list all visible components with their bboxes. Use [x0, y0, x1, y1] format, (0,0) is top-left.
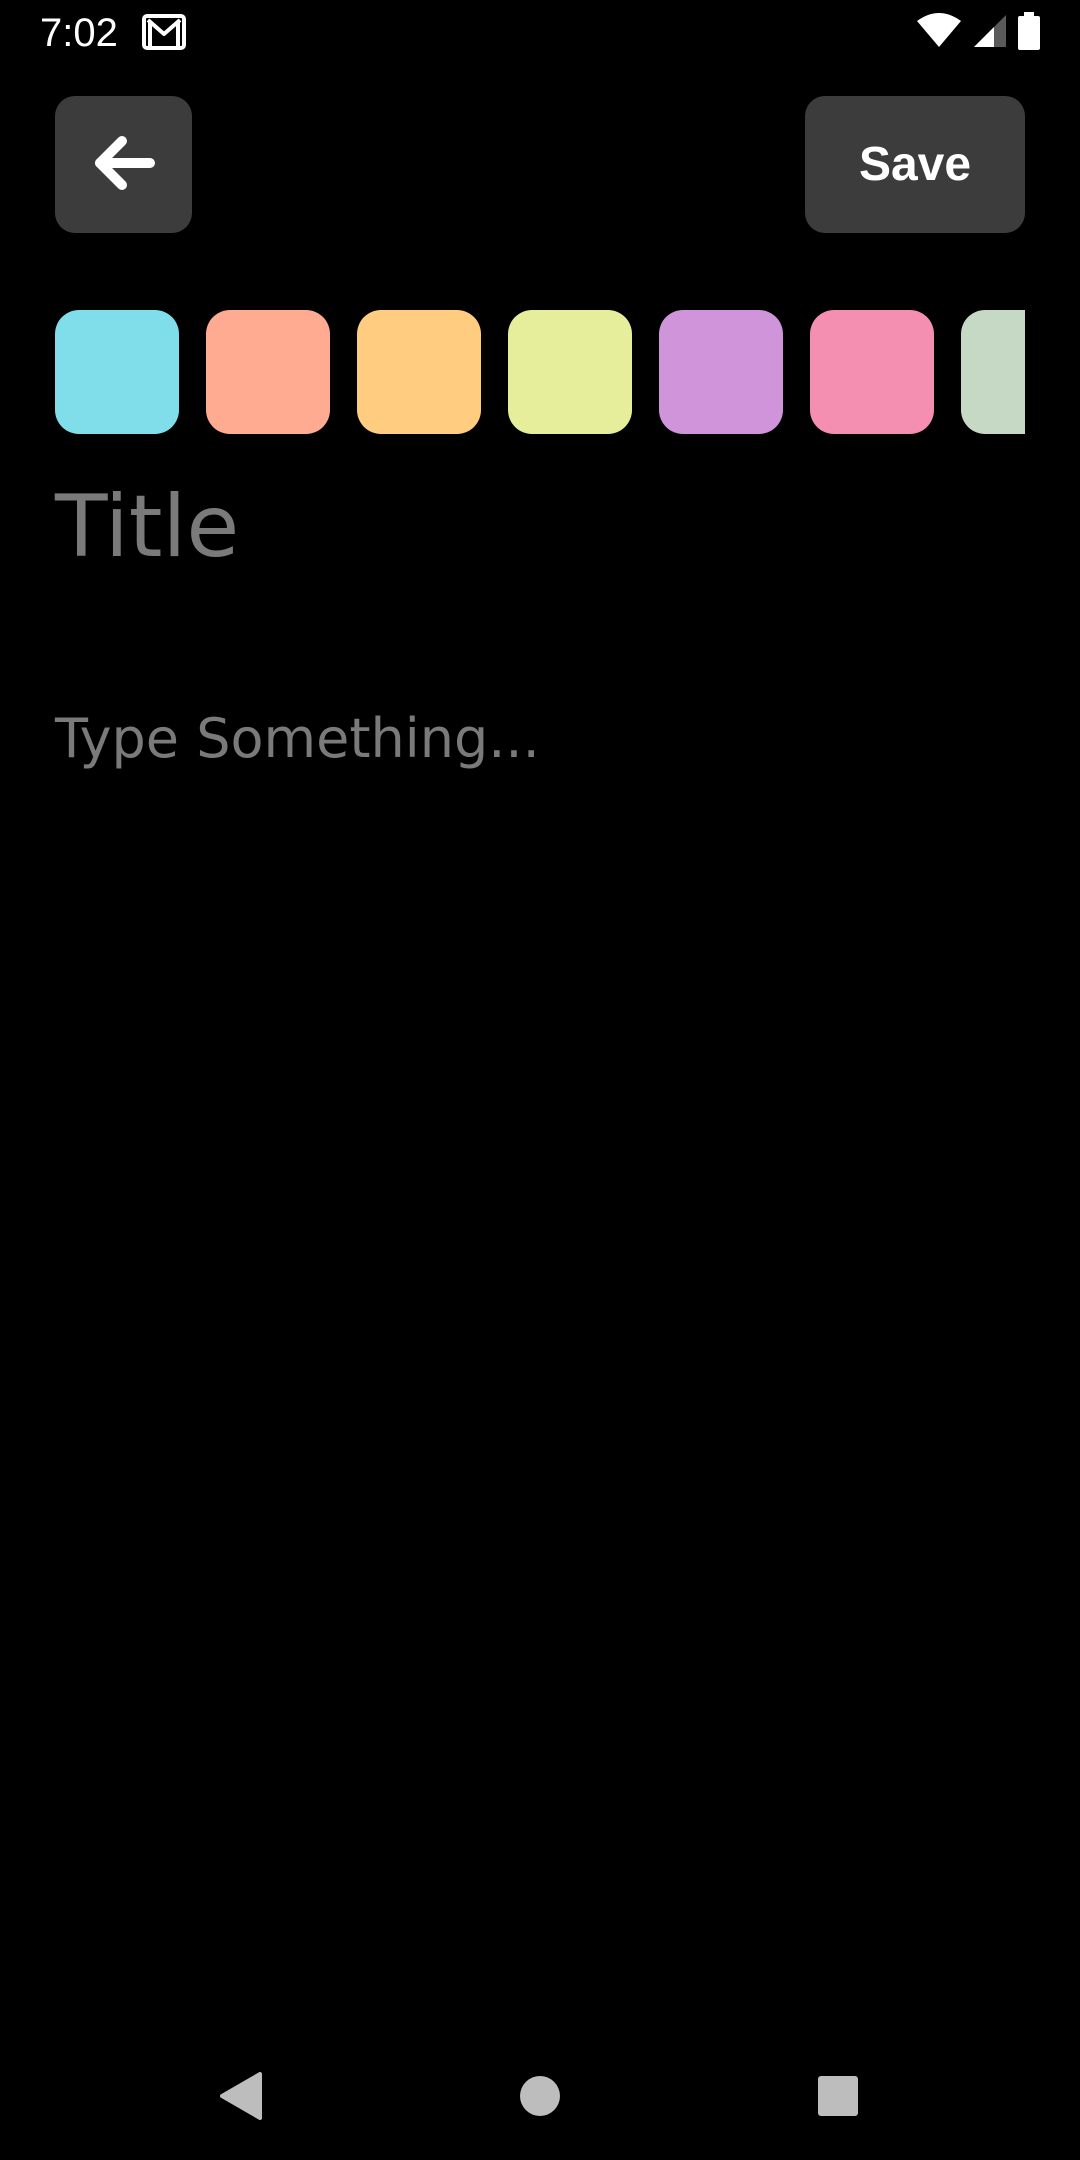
save-button[interactable]: Save — [805, 96, 1025, 233]
cellular-signal-icon — [972, 13, 1008, 53]
battery-icon — [1018, 12, 1040, 54]
status-bar: 7:02 — [0, 0, 1080, 66]
color-swatch[interactable] — [508, 310, 632, 434]
color-swatch[interactable] — [961, 310, 1025, 434]
gmail-icon — [142, 14, 186, 50]
back-button[interactable] — [55, 96, 192, 233]
nav-recents-button[interactable] — [798, 2058, 878, 2138]
status-icons — [916, 12, 1040, 54]
nav-back-icon — [218, 2072, 262, 2124]
color-swatch[interactable] — [357, 310, 481, 434]
nav-home-button[interactable] — [500, 2058, 580, 2138]
wifi-icon — [916, 13, 962, 53]
status-time: 7:02 — [40, 11, 118, 55]
note-body-input[interactable]: Type Something... — [55, 704, 1025, 774]
nav-recents-icon — [816, 2074, 860, 2122]
color-swatch[interactable] — [55, 310, 179, 434]
system-nav-bar — [0, 2036, 1080, 2160]
color-palette — [55, 310, 1025, 434]
color-swatch[interactable] — [659, 310, 783, 434]
nav-back-button[interactable] — [200, 2058, 280, 2138]
arrow-left-icon — [92, 135, 156, 195]
title-input[interactable]: Title — [55, 472, 1025, 582]
nav-home-icon — [518, 2074, 562, 2122]
color-swatch[interactable] — [810, 310, 934, 434]
color-swatch[interactable] — [206, 310, 330, 434]
